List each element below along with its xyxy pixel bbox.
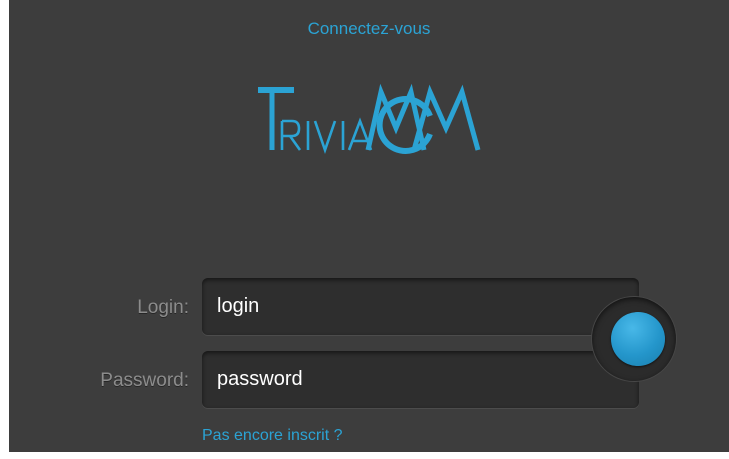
password-field[interactable]: password (202, 351, 639, 408)
signup-link[interactable]: Pas encore inscrit ? (202, 427, 343, 445)
login-panel: Connectez-vous Login: login Password: pa… (9, 0, 729, 452)
logo-graphic (258, 83, 481, 154)
password-label: Password: (100, 370, 189, 391)
trivia-mcm-logo (256, 78, 486, 158)
page-title: Connectez-vous (307, 19, 431, 38)
submit-button-ring (592, 297, 676, 381)
login-label: Login: (137, 297, 189, 318)
submit-button[interactable] (611, 312, 665, 366)
login-field[interactable]: login (202, 278, 639, 335)
